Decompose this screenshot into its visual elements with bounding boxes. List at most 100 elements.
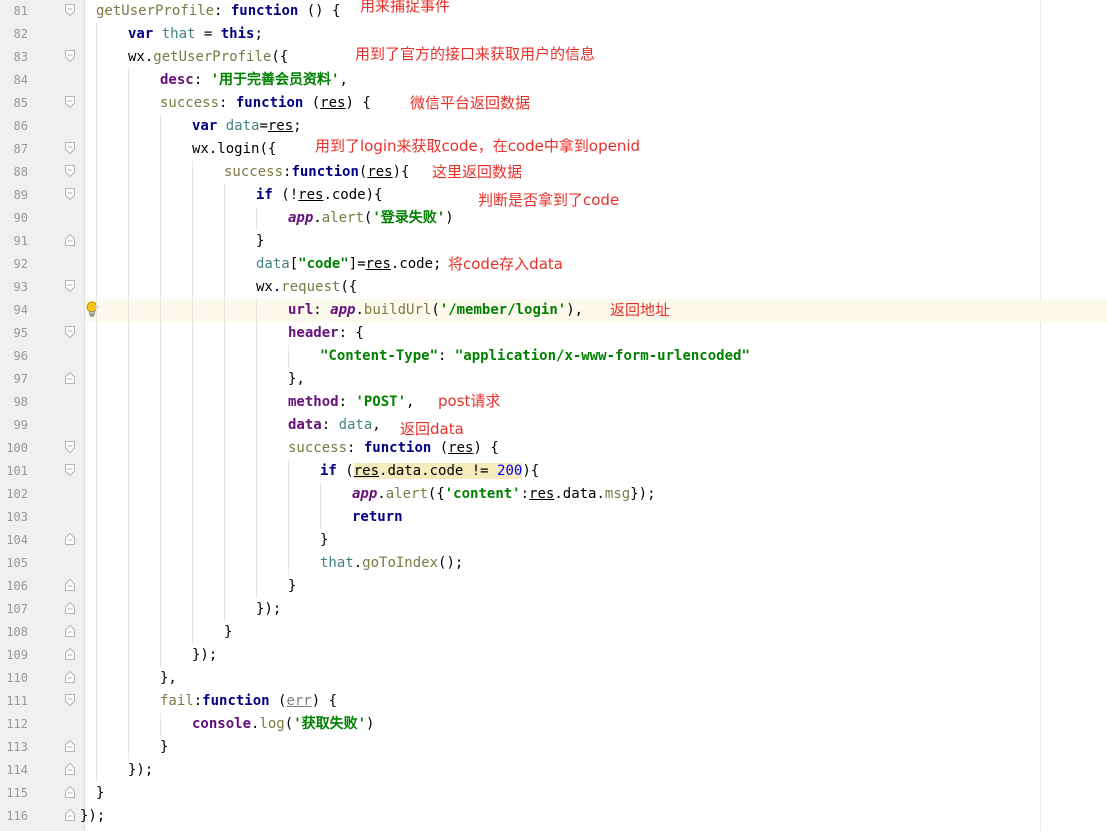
code-text[interactable]: success: function (res) {	[288, 439, 499, 457]
code-text[interactable]: if (res.data.code != 200){	[320, 462, 539, 480]
fold-end-icon[interactable]	[65, 671, 75, 683]
code-text[interactable]: "Content-Type": "application/x-www-form-…	[320, 347, 750, 365]
code-line[interactable]: 107});	[0, 598, 1107, 621]
code-line[interactable]: 110},	[0, 667, 1107, 690]
code-text[interactable]: wx.login({	[192, 140, 276, 158]
code-text[interactable]: header: {	[288, 324, 364, 342]
code-line[interactable]: 102 app.alert({'content':res.data.msg});	[0, 483, 1107, 506]
code-line[interactable]: 91}	[0, 230, 1107, 253]
code-line[interactable]: 101 if (res.data.code != 200){	[0, 460, 1107, 483]
code-text[interactable]: if (!res.code){	[256, 186, 382, 204]
code-line[interactable]: 103 return	[0, 506, 1107, 529]
fold-end-icon[interactable]	[65, 372, 75, 384]
fold-end-icon[interactable]	[65, 602, 75, 614]
code-line[interactable]: 108}	[0, 621, 1107, 644]
fold-start-icon[interactable]	[65, 188, 75, 200]
code-text[interactable]: });	[256, 600, 281, 618]
code-text[interactable]: },	[160, 669, 177, 687]
code-text[interactable]: });	[192, 646, 217, 664]
fold-end-icon[interactable]	[65, 648, 75, 660]
code-text[interactable]: }	[160, 738, 168, 756]
code-editor[interactable]: 81 getUserProfile: function () {82 var tha…	[0, 0, 1107, 831]
code-text[interactable]: }	[320, 531, 328, 549]
code-line[interactable]: 94 url: app.buildUrl('/member/login'),	[0, 299, 1107, 322]
fold-start-icon[interactable]	[65, 4, 75, 16]
code-line[interactable]: 84 desc: '用于完善会员资料',	[0, 69, 1107, 92]
code-line[interactable]: 86 var data=res;	[0, 115, 1107, 138]
code-line[interactable]: 97},	[0, 368, 1107, 391]
code-token: goToIndex	[362, 555, 439, 571]
fold-start-icon[interactable]	[65, 464, 75, 476]
code-line[interactable]: 109});	[0, 644, 1107, 667]
fold-start-icon[interactable]	[65, 441, 75, 453]
code-text[interactable]: },	[288, 370, 305, 388]
code-text[interactable]: wx.request({	[256, 278, 357, 296]
code-text[interactable]: wx.getUserProfile({	[128, 48, 288, 66]
fold-end-icon[interactable]	[65, 533, 75, 545]
fold-end-icon[interactable]	[65, 786, 75, 798]
code-line[interactable]: 82 var that = this;	[0, 23, 1107, 46]
code-text[interactable]: method: 'POST',	[288, 393, 414, 411]
code-line[interactable]: 105 that.goToIndex();	[0, 552, 1107, 575]
code-text[interactable]: app.alert('登录失败')	[288, 209, 454, 227]
code-token: res	[267, 118, 294, 134]
code-text[interactable]: url: app.buildUrl('/member/login'),	[288, 301, 583, 319]
code-line[interactable]: 100 success: function (res) {	[0, 437, 1107, 460]
code-line[interactable]: 106}	[0, 575, 1107, 598]
code-line[interactable]: 104}	[0, 529, 1107, 552]
fold-end-icon[interactable]	[65, 740, 75, 752]
code-line[interactable]: 99 data: data,	[0, 414, 1107, 437]
code-text[interactable]: }	[96, 784, 104, 802]
code-token: '获取失败'	[293, 716, 367, 732]
fold-end-icon[interactable]	[65, 579, 75, 591]
code-line[interactable]: 96 "Content-Type": "application/x-www-for…	[0, 345, 1107, 368]
code-text[interactable]: }	[256, 232, 264, 250]
code-text[interactable]: that.goToIndex();	[320, 554, 463, 572]
fold-start-icon[interactable]	[65, 142, 75, 154]
fold-start-icon[interactable]	[65, 165, 75, 177]
code-line[interactable]: 98 method: 'POST',	[0, 391, 1107, 414]
fold-start-icon[interactable]	[65, 96, 75, 108]
fold-start-icon[interactable]	[65, 694, 75, 706]
code-text[interactable]: }	[224, 623, 232, 641]
fold-end-icon[interactable]	[65, 763, 75, 775]
fold-start-icon[interactable]	[65, 280, 75, 292]
code-text[interactable]: data["code"]=res.code;	[256, 255, 441, 273]
fold-end-icon[interactable]	[65, 234, 75, 246]
code-text[interactable]: success: function (res) {	[160, 94, 371, 112]
fold-end-icon[interactable]	[65, 625, 75, 637]
code-text[interactable]: var data=res;	[192, 117, 302, 135]
code-line[interactable]: 114});	[0, 759, 1107, 782]
code-text[interactable]: app.alert({'content':res.data.msg});	[352, 485, 656, 503]
code-line[interactable]: 111 fail:function (err) {	[0, 690, 1107, 713]
fold-start-icon[interactable]	[65, 50, 75, 62]
code-text[interactable]: });	[128, 761, 153, 779]
code-token: (	[303, 95, 321, 111]
code-line[interactable]: 112 console.log('获取失败')	[0, 713, 1107, 736]
code-text[interactable]: }	[288, 577, 296, 595]
code-token: (	[431, 302, 440, 318]
code-token: .	[353, 555, 363, 571]
code-line[interactable]: 93 wx.request({	[0, 276, 1107, 299]
fold-end-icon[interactable]	[65, 809, 75, 821]
code-text[interactable]: getUserProfile: function () {	[96, 2, 340, 20]
code-text[interactable]: desc: '用于完善会员资料',	[160, 71, 348, 89]
code-line[interactable]: 115}	[0, 782, 1107, 805]
code-text[interactable]: return	[352, 508, 403, 526]
code-token: res	[448, 440, 474, 456]
fold-start-icon[interactable]	[65, 326, 75, 338]
code-line[interactable]: 85 success: function (res) {	[0, 92, 1107, 115]
code-line[interactable]: 88 success:function(res){	[0, 161, 1107, 184]
code-line[interactable]: 90 app.alert('登录失败')	[0, 207, 1107, 230]
code-text[interactable]: });	[80, 807, 105, 825]
code-token: [	[289, 256, 299, 272]
code-line[interactable]: 95 header: {	[0, 322, 1107, 345]
code-text[interactable]: data: data,	[288, 416, 381, 434]
code-text[interactable]: fail:function (err) {	[160, 692, 337, 710]
code-line[interactable]: 81 getUserProfile: function () {	[0, 0, 1107, 23]
code-line[interactable]: 116});	[0, 805, 1107, 828]
code-text[interactable]: console.log('获取失败')	[192, 715, 374, 733]
code-text[interactable]: success:function(res){	[224, 163, 409, 181]
code-line[interactable]: 113}	[0, 736, 1107, 759]
code-text[interactable]: var that = this;	[128, 25, 263, 43]
